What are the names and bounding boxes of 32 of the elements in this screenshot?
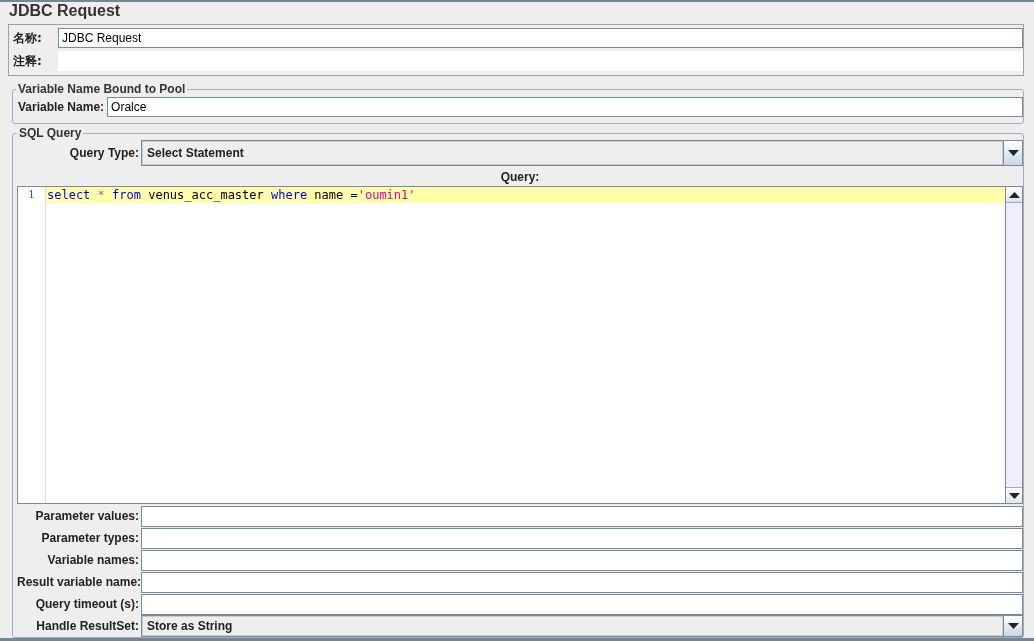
- code-line: select * from venus_acc_master where name ='oumin1': [47, 188, 416, 202]
- field-label: Query timeout (s):: [34, 597, 140, 611]
- variable-name-field[interactable]: Oralce: [107, 97, 1023, 117]
- text-field[interactable]: [141, 505, 1023, 527]
- result-set-dropdown[interactable]: Store as String: [141, 615, 1023, 637]
- panel-title: JDBC Request: [9, 2, 121, 20]
- text-field[interactable]: [141, 593, 1023, 615]
- dropdown-arrow-icon: [1007, 150, 1019, 156]
- scroll-up-icon: [1008, 191, 1020, 198]
- query-label: Query:: [499, 170, 541, 184]
- query-type-label: Query Type:: [68, 146, 140, 160]
- sql-editor[interactable]: 1 select * from venus_acc_master where name ='oumin1': [17, 186, 1023, 504]
- variable-name-label: Variable Name:: [17, 100, 106, 114]
- name-label: 名称:: [12, 29, 43, 47]
- text-field[interactable]: [141, 527, 1023, 549]
- line-number: 1: [27, 187, 36, 203]
- query-type-dropdown[interactable]: Select Statement: [141, 140, 1023, 166]
- vertical-scrollbar[interactable]: [1005, 187, 1022, 503]
- field-label: Result variable name:: [17, 575, 141, 589]
- dropdown-arrow-icon: [1007, 623, 1019, 629]
- text-field[interactable]: [141, 549, 1023, 571]
- field-label: Handle ResultSet:: [35, 619, 140, 633]
- comment-field[interactable]: [58, 51, 1023, 71]
- sql-query-legend: SQL Query: [17, 126, 84, 140]
- pool-legend: Variable Name Bound to Pool: [16, 82, 188, 96]
- text-field[interactable]: [141, 571, 1023, 593]
- scroll-down-icon: [1008, 492, 1020, 499]
- comment-label: 注释:: [12, 52, 43, 70]
- name-field[interactable]: JDBC Request: [58, 28, 1023, 48]
- field-label: Parameter types:: [40, 531, 140, 545]
- field-label: Variable names:: [46, 553, 140, 567]
- field-label: Parameter values:: [34, 509, 140, 523]
